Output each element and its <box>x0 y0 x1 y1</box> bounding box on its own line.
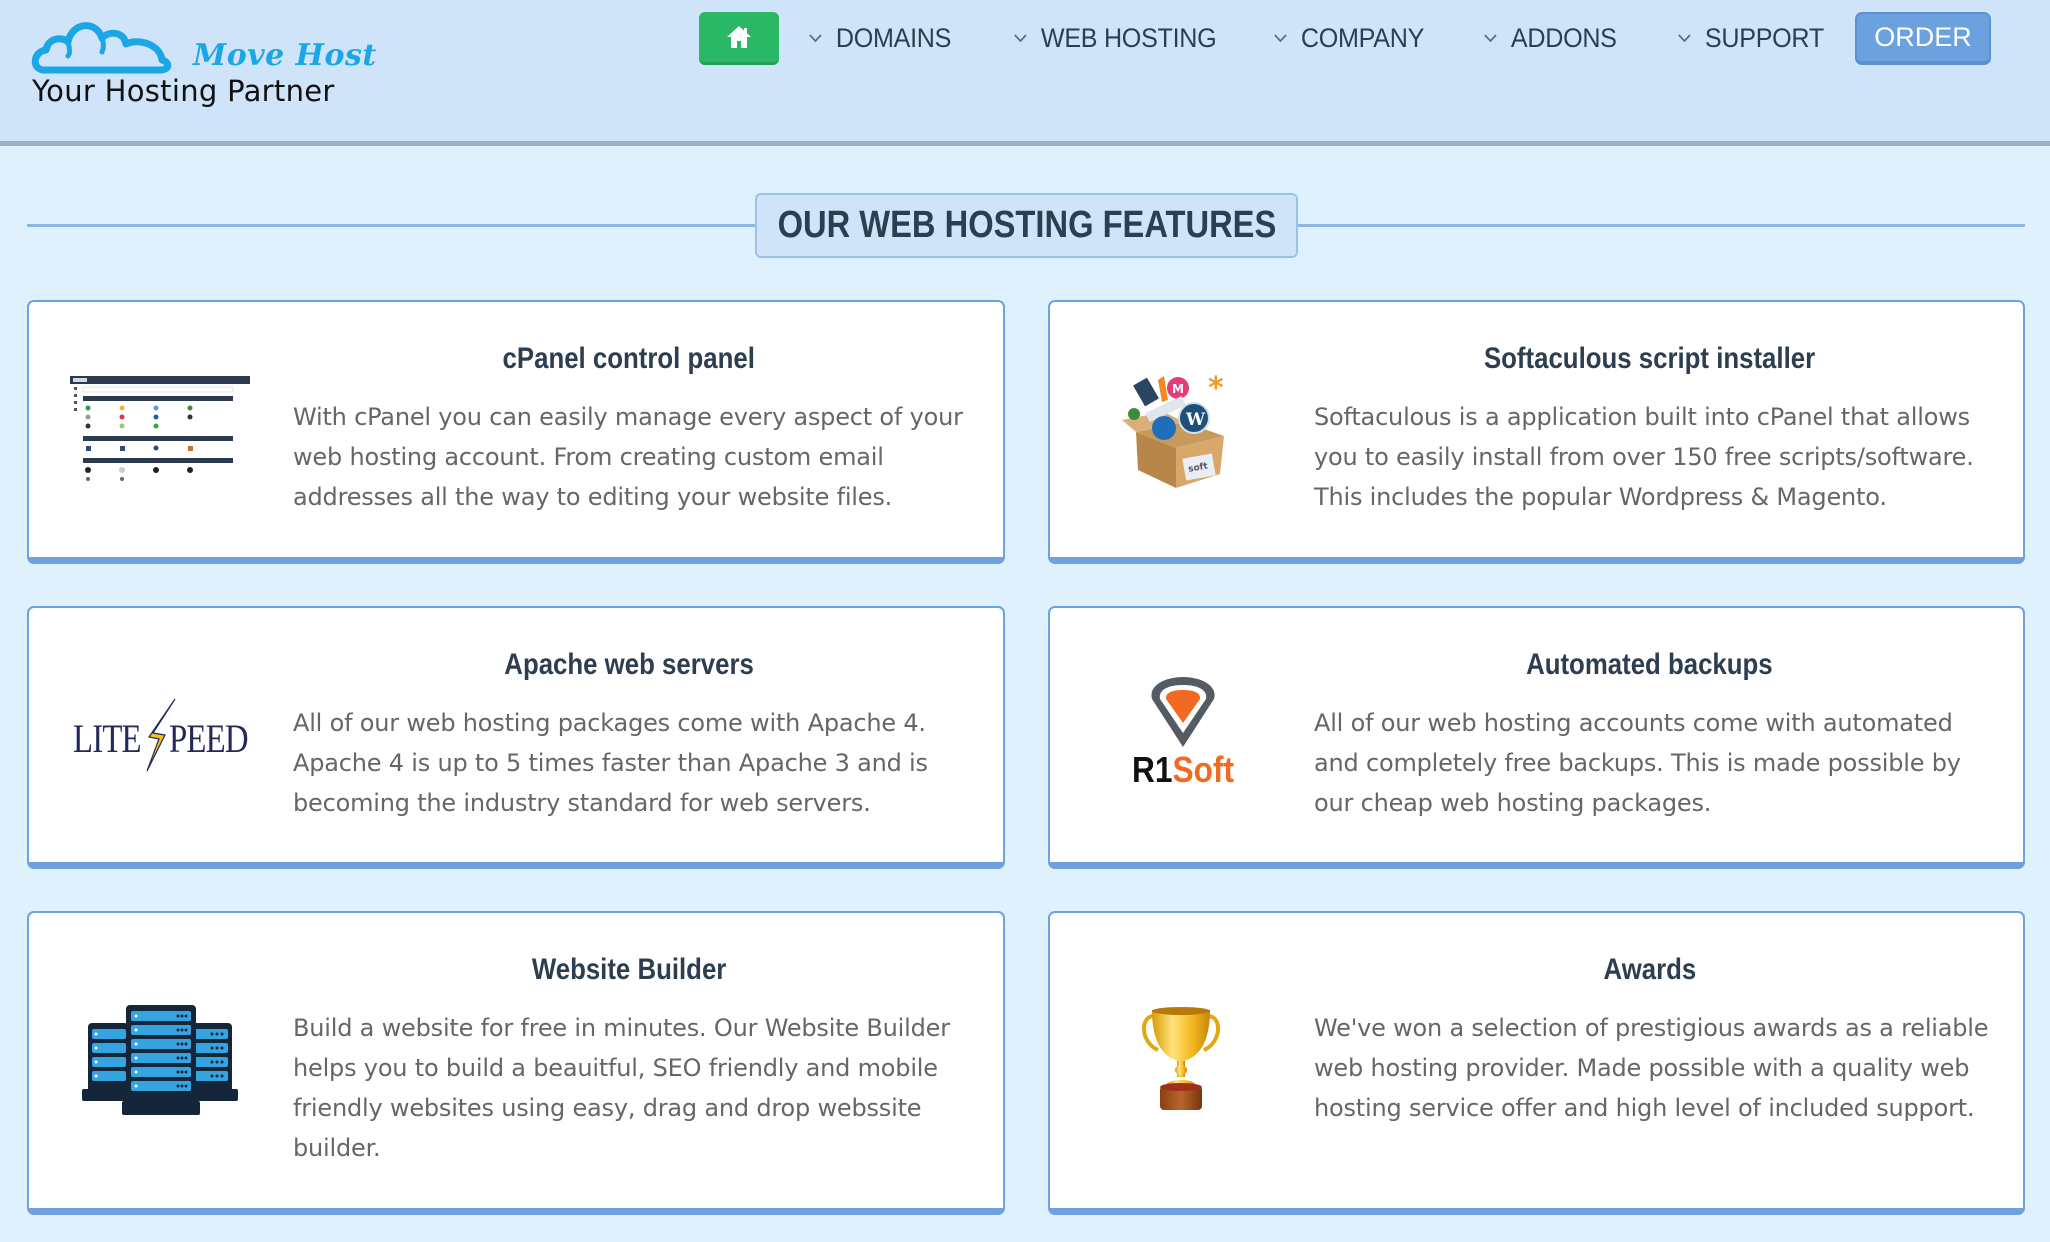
brand-name: Move Host <box>193 38 377 73</box>
feature-card-awards: Awards We've won a selection of prestigi… <box>1048 911 2025 1215</box>
svg-text:*: * <box>1208 371 1224 406</box>
feature-title: Awards <box>1314 953 1985 987</box>
chevron-down-icon <box>1274 34 1287 43</box>
chevron-down-icon <box>1014 34 1027 43</box>
r1soft-logo-right: Soft <box>1172 749 1235 790</box>
site-logo[interactable]: Move Host Your Hosting Partner <box>30 16 380 116</box>
nav-addons[interactable]: ADDONS <box>1483 18 1617 58</box>
chevron-down-icon <box>1678 34 1691 43</box>
litespeed-logo: LITE PEED <box>69 608 251 862</box>
feature-title-text: Website Builder <box>531 953 727 986</box>
softaculous-box-icon: soft M * W <box>1122 371 1224 488</box>
nav-domains-label: DOMAINS <box>835 22 952 53</box>
brand-tagline: Your Hosting Partner <box>32 74 335 108</box>
litespeed-logo-left: LITE <box>73 716 142 761</box>
feature-description: All of our web hosting packages come wit… <box>293 709 928 817</box>
feature-title: Automated backups <box>1314 648 1985 682</box>
feature-title: Apache web servers <box>293 648 965 682</box>
feature-title: Softaculous script installer <box>1314 342 1985 376</box>
r1soft-logo: R1Soft <box>1090 608 1272 862</box>
feature-description: We've won a selection of prestigious awa… <box>1314 1014 1989 1122</box>
nav-support[interactable]: SUPPORT <box>1677 18 1824 58</box>
site-header: Move Host Your Hosting Partner DOMAINS W… <box>0 0 2050 146</box>
litespeed-logo-right: PEED <box>169 716 249 761</box>
feature-card-cpanel: cPanel control panel With cPanel you can… <box>27 300 1005 564</box>
shield-pin-icon <box>1151 677 1215 747</box>
cpanel-screenshot-image <box>70 375 250 484</box>
feature-title-text: Awards <box>1603 953 1696 986</box>
feature-card-softaculous: soft M * W Softaculous script installer … <box>1048 300 2025 564</box>
feature-title-text: cPanel control panel <box>502 342 756 375</box>
section-title-text: OUR WEB HOSTING FEATURES <box>777 204 1276 246</box>
feature-description: Build a website for free in minutes. Our… <box>293 1014 950 1162</box>
nav-company-label: COMPANY <box>1300 22 1425 53</box>
litespeed-logo-mark: LITE PEED <box>69 695 251 775</box>
feature-title-text: Softaculous script installer <box>1483 342 1816 375</box>
cpanel-screenshot <box>69 302 251 557</box>
r1soft-logo-mark: R1Soft <box>1126 675 1236 795</box>
order-button[interactable]: ORDER <box>1855 12 1991 65</box>
feature-description: With cPanel you can easily manage every … <box>293 403 963 511</box>
softaculous-box-logo: soft M * W <box>1090 302 1272 557</box>
home-icon <box>727 26 751 48</box>
nav-addons-label: ADDONS <box>1510 22 1617 53</box>
nav-web-hosting[interactable]: WEB HOSTING <box>1013 18 1217 58</box>
nav-domains[interactable]: DOMAINS <box>808 18 951 58</box>
svg-text:W: W <box>1185 410 1206 430</box>
feature-title-text: Apache web servers <box>504 648 754 681</box>
r1soft-logo-left: R1 <box>1132 749 1173 790</box>
trophy-icon-image <box>1142 1006 1220 1110</box>
home-button[interactable] <box>699 12 779 65</box>
feature-description: All of our web hosting accounts come wit… <box>1314 709 1961 817</box>
nav-support-label: SUPPORT <box>1704 22 1824 53</box>
nav-company[interactable]: COMPANY <box>1273 18 1424 58</box>
feature-card-apache: LITE PEED Apache web servers All of our … <box>27 606 1005 869</box>
feature-title: Website Builder <box>293 953 965 987</box>
section-title: OUR WEB HOSTING FEATURES <box>755 193 1298 258</box>
chevron-down-icon <box>1484 34 1497 43</box>
feature-description: Softaculous is a application built into … <box>1314 403 1974 511</box>
nav-web-hosting-label: WEB HOSTING <box>1040 22 1217 53</box>
feature-card-backups: R1Soft Automated backups All of our web … <box>1048 606 2025 869</box>
cloud-icon <box>31 22 172 74</box>
trophy-icon <box>1090 913 1272 1208</box>
svg-text:M: M <box>1172 382 1184 396</box>
server-rack-icon <box>69 913 251 1208</box>
server-rack-icon-image <box>82 1004 238 1115</box>
feature-card-website-builder: Website Builder Build a website for free… <box>27 911 1005 1215</box>
feature-title-text: Automated backups <box>1526 648 1773 681</box>
chevron-down-icon <box>809 34 822 43</box>
feature-title: cPanel control panel <box>293 342 965 376</box>
